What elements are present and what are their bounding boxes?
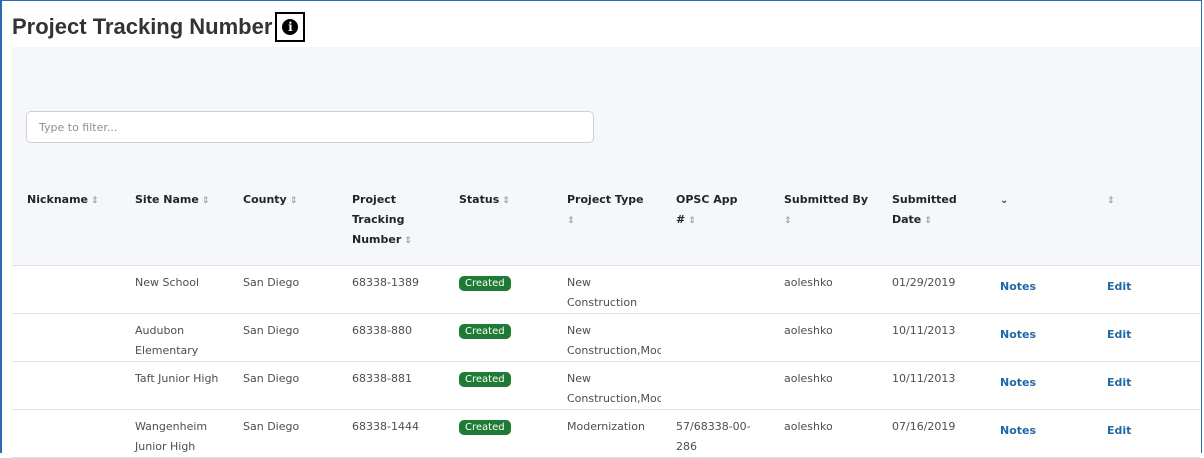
column-label: Project Type	[567, 193, 644, 206]
column-header-notes[interactable]: ⌄	[985, 178, 1092, 266]
cell-status: Created	[444, 409, 552, 457]
notes-link[interactable]: Notes	[1000, 325, 1036, 345]
cell-site-name: Wangenheim Junior High	[135, 419, 208, 453]
table-header-row: Nickname ⇕ Site Name ⇕ County ⇕ Project Tra…	[12, 178, 1200, 266]
cell-site-name: New School	[135, 275, 200, 289]
cell-edit: Edit	[1092, 409, 1200, 457]
cell-status: Created	[444, 361, 552, 409]
column-header-nickname[interactable]: Nickname ⇕	[12, 178, 120, 266]
edit-link[interactable]: Edit	[1107, 373, 1131, 393]
sort-icon: ⇕	[404, 236, 412, 246]
cell-project-type: New Construction	[567, 275, 638, 309]
column-header-opsc-app[interactable]: OPSC App # ⇕	[661, 178, 769, 266]
cell-county: San Diego	[243, 371, 300, 385]
cell-notes: Notes	[985, 265, 1092, 313]
edit-link[interactable]: Edit	[1107, 421, 1131, 441]
sort-icon: ⇕	[289, 196, 298, 206]
cell-opsc-app	[661, 265, 769, 313]
status-badge: Created	[459, 371, 511, 387]
cell-submitted-date: 10/11/2013	[892, 323, 956, 337]
column-header-status[interactable]: Status ⇕	[444, 178, 552, 266]
cell-county: San Diego	[243, 323, 300, 337]
cell-status: Created	[444, 313, 552, 361]
sort-icon: ⇕	[924, 216, 932, 226]
cell-nickname	[12, 313, 120, 361]
sort-icon: ⇕	[567, 216, 575, 226]
cell-site-name: Audubon Elementary	[135, 323, 199, 357]
cell-submitted-by: aoleshko	[784, 371, 833, 385]
sort-icon: ⇕	[201, 196, 210, 206]
cell-notes: Notes	[985, 313, 1092, 361]
info-button[interactable]: i	[275, 12, 306, 42]
cell-project-type: New Construction,Modernization	[567, 323, 661, 357]
cell-project-type: New Construction,Modernization	[567, 371, 661, 405]
filter-input[interactable]	[26, 111, 594, 143]
cell-nickname	[12, 361, 120, 409]
cell-edit: Edit	[1092, 265, 1200, 313]
cell-submitted-by: aoleshko	[784, 323, 833, 337]
notes-link[interactable]: Notes	[1000, 277, 1036, 297]
cell-nickname	[12, 265, 120, 313]
cell-status: Created	[444, 265, 552, 313]
notes-link[interactable]: Notes	[1000, 373, 1036, 393]
column-header-site-name[interactable]: Site Name ⇕	[120, 178, 228, 266]
cell-county: San Diego	[243, 275, 300, 289]
cell-submitted-by: aoleshko	[784, 275, 833, 289]
info-icon: i	[282, 19, 299, 35]
cell-ptn: 68338-1389	[352, 275, 419, 289]
edit-link[interactable]: Edit	[1107, 277, 1131, 297]
cell-notes: Notes	[985, 361, 1092, 409]
cell-opsc-app: 57/68338-00-286	[676, 419, 751, 453]
table-row: Audubon Elementary San Diego 68338-880 C…	[12, 313, 1200, 361]
status-badge: Created	[459, 323, 511, 339]
cell-opsc-app	[661, 313, 769, 361]
column-label: Site Name	[135, 193, 199, 206]
sort-icon: ⇕	[502, 196, 510, 206]
cell-project-type: Modernization	[567, 419, 645, 433]
edit-link[interactable]: Edit	[1107, 325, 1131, 345]
chevron-down-icon: ⌄	[1000, 195, 1009, 206]
table-row: Taft Junior High San Diego 68338-881 Cre…	[12, 361, 1200, 409]
cell-submitted-date: 01/29/2019	[892, 275, 956, 289]
cell-submitted-by: aoleshko	[784, 419, 833, 433]
column-header-submitted-date[interactable]: Submitted Date ⇕	[877, 178, 985, 266]
page-title: Project Tracking Number	[12, 14, 273, 39]
column-label: Project Tracking Number	[352, 193, 405, 246]
column-label: Status	[459, 193, 500, 206]
cell-submitted-date: 10/11/2013	[892, 371, 956, 385]
column-header-project-type[interactable]: Project Type ⇕	[552, 178, 661, 266]
column-header-edit[interactable]: ⇕	[1092, 178, 1200, 266]
sort-icon: ⇕	[784, 216, 792, 226]
column-label: County	[243, 193, 287, 206]
column-label: OPSC App #	[676, 193, 738, 226]
cell-edit: Edit	[1092, 361, 1200, 409]
cell-ptn: 68338-880	[352, 323, 412, 337]
sort-icon: ⇕	[91, 196, 99, 206]
cell-nickname	[12, 409, 120, 457]
cell-county: San Diego	[243, 419, 300, 433]
table-row: Wangenheim Junior High San Diego 68338-1…	[12, 409, 1200, 457]
cell-edit: Edit	[1092, 313, 1200, 361]
cell-ptn: 68338-881	[352, 371, 412, 385]
cell-submitted-date: 07/16/2019	[892, 419, 956, 433]
status-badge: Created	[459, 419, 511, 435]
project-table: Nickname ⇕ Site Name ⇕ County ⇕ Project Tra…	[12, 178, 1200, 458]
cell-notes: Notes	[985, 409, 1092, 457]
sort-icon: ⇕	[688, 216, 696, 226]
table-row: New School San Diego 68338-1389 Created …	[12, 265, 1200, 313]
column-header-submitted-by[interactable]: Submitted By ⇕	[769, 178, 877, 266]
notes-link[interactable]: Notes	[1000, 421, 1036, 441]
header: Project Tracking Number i	[12, 8, 306, 46]
cell-opsc-app	[661, 361, 769, 409]
column-header-project-tracking-number[interactable]: Project Tracking Number ⇕	[337, 178, 444, 266]
status-badge: Created	[459, 275, 511, 291]
cell-ptn: 68338-1444	[352, 419, 419, 433]
column-label: Nickname	[27, 193, 88, 206]
cell-site-name: Taft Junior High	[135, 371, 219, 385]
sort-icon: ⇕	[1107, 196, 1115, 206]
column-label: Submitted By	[784, 193, 869, 206]
column-header-county[interactable]: County ⇕	[228, 178, 337, 266]
